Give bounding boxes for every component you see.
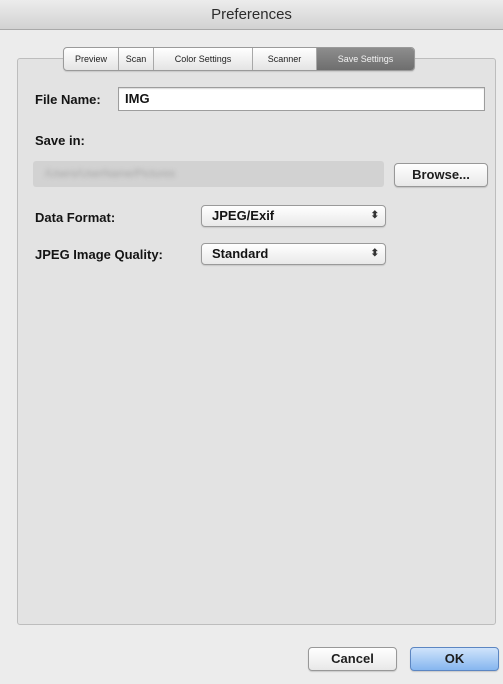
jpeg-quality-select[interactable]: Standard ⬍ — [201, 243, 386, 265]
tab-preview[interactable]: Preview — [64, 48, 119, 70]
save-in-path: /Users/UserName/Pictures — [45, 168, 176, 180]
cancel-button[interactable]: Cancel — [308, 647, 397, 671]
jpeg-quality-label: JPEG Image Quality: — [35, 247, 163, 262]
window-titlebar: Preferences — [0, 0, 503, 30]
tab-scan[interactable]: Scan — [119, 48, 154, 70]
window-title: Preferences — [211, 6, 292, 23]
tab-bar: Preview Scan Color Settings Scanner Save… — [63, 47, 415, 71]
file-name-label: File Name: — [35, 92, 101, 107]
data-format-select[interactable]: JPEG/Exif ⬍ — [201, 205, 386, 227]
data-format-label: Data Format: — [35, 210, 116, 225]
save-in-label: Save in: — [35, 133, 85, 148]
up-down-chevron-icon: ⬍ — [370, 248, 379, 259]
tab-color-settings[interactable]: Color Settings — [154, 48, 253, 70]
jpeg-quality-value: Standard — [212, 246, 269, 261]
data-format-value: JPEG/Exif — [212, 208, 275, 223]
settings-panel — [17, 58, 496, 625]
up-down-chevron-icon: ⬍ — [370, 210, 379, 221]
save-in-path-field: /Users/UserName/Pictures — [33, 161, 384, 187]
browse-button[interactable]: Browse... — [394, 163, 488, 187]
tab-save-settings[interactable]: Save Settings — [317, 48, 414, 70]
tab-scanner[interactable]: Scanner — [253, 48, 317, 70]
file-name-input[interactable]: IMG — [118, 87, 485, 111]
ok-button[interactable]: OK — [410, 647, 499, 671]
